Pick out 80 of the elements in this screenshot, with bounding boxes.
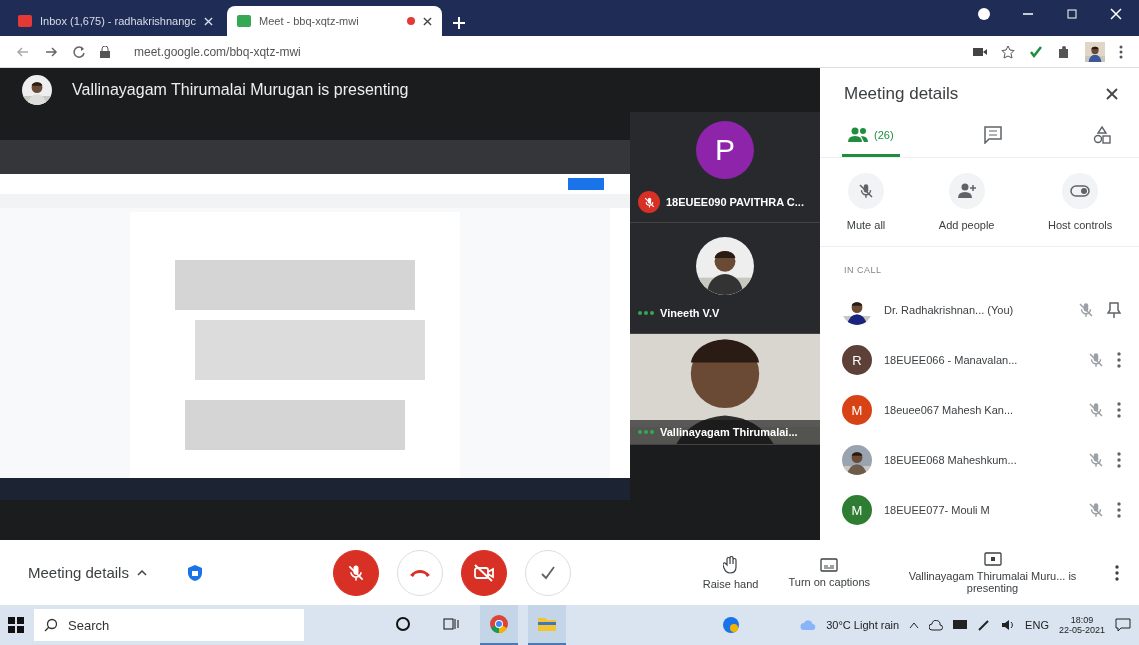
participant-name: 18euee067 Mahesh Kan... bbox=[884, 404, 1015, 416]
circle-icon bbox=[395, 616, 411, 632]
presenter-title: Vallinayagam Thirumalai Murugan is presenting bbox=[72, 81, 409, 99]
clock-time[interactable]: 18:09 bbox=[1070, 615, 1094, 625]
raise-hand-button[interactable]: Raise hand bbox=[702, 555, 759, 590]
people-icon bbox=[848, 127, 870, 143]
meeting-details-button[interactable]: Meeting details bbox=[28, 564, 147, 581]
pin-icon[interactable] bbox=[1107, 302, 1121, 318]
reload-icon[interactable] bbox=[72, 44, 86, 59]
mic-off-icon bbox=[1087, 351, 1105, 369]
add-person-icon bbox=[957, 183, 976, 199]
tile-name: Vineeth V.V bbox=[660, 307, 720, 319]
close-icon[interactable] bbox=[423, 16, 432, 26]
more-icon[interactable] bbox=[1115, 564, 1119, 581]
tile-name: Vallinayagam Thirumalai... bbox=[660, 426, 798, 438]
star-icon[interactable] bbox=[1001, 44, 1015, 59]
avatar: R bbox=[842, 345, 872, 375]
more-icon[interactable] bbox=[1117, 352, 1121, 368]
camera-off-icon bbox=[472, 563, 495, 582]
more-icon[interactable] bbox=[1117, 452, 1121, 468]
forward-icon[interactable] bbox=[44, 44, 58, 59]
toggle-icon bbox=[1070, 185, 1091, 197]
speaker-icon[interactable] bbox=[1001, 619, 1016, 631]
caret-icon bbox=[136, 569, 147, 576]
browser-tab[interactable]: Meet - bbq-xqtz-mwi bbox=[227, 6, 442, 36]
people-tab[interactable]: (26) bbox=[842, 120, 900, 157]
checkmark-icon[interactable] bbox=[1029, 44, 1043, 59]
participant-name: Dr. Radhakrishnan... (You) bbox=[884, 304, 1015, 316]
avatar: P bbox=[696, 121, 754, 179]
globe-icon[interactable] bbox=[722, 616, 741, 634]
mic-off-icon bbox=[1087, 451, 1105, 469]
hand-icon bbox=[722, 555, 739, 574]
avatar: M bbox=[842, 395, 872, 425]
lock-icon[interactable] bbox=[100, 45, 110, 58]
more-icon[interactable] bbox=[1119, 44, 1123, 59]
cloud-icon[interactable] bbox=[929, 619, 944, 631]
chrome-icon bbox=[489, 614, 509, 634]
task-view-icon bbox=[443, 616, 459, 632]
present-screen-icon bbox=[983, 551, 1002, 566]
browser-tab[interactable]: Inbox (1,675) - radhakrishnangc bbox=[8, 6, 223, 36]
presentation-button[interactable]: Vallinayagam Thirumalai Muru... is presenting bbox=[900, 551, 1085, 594]
participant-name: 18EUEE077- Mouli M bbox=[884, 504, 991, 516]
more-icon[interactable] bbox=[1117, 402, 1121, 418]
shield-icon[interactable] bbox=[186, 563, 203, 582]
language-indicator[interactable]: ENG bbox=[1025, 619, 1049, 631]
mic-off-icon bbox=[1077, 301, 1095, 319]
windows-icon[interactable] bbox=[8, 617, 24, 633]
add-people-button[interactable]: Add people bbox=[932, 172, 1001, 232]
section-heading: IN CALL bbox=[843, 264, 883, 277]
search-field[interactable]: Search bbox=[34, 609, 304, 641]
hang-up-icon bbox=[408, 567, 431, 578]
url-field[interactable]: meet.google.com/bbq-xqtz-mwi bbox=[134, 44, 301, 59]
camera-icon[interactable] bbox=[973, 45, 987, 58]
mic-off-icon bbox=[1087, 501, 1105, 519]
tile-name: 18EUEE090 PAVITHRA C... bbox=[666, 196, 804, 208]
profile-icon[interactable] bbox=[977, 7, 991, 21]
participant-name: 18EUEE068 Maheshkum... bbox=[884, 454, 1018, 466]
restore-icon[interactable] bbox=[1065, 7, 1079, 21]
new-tab-icon[interactable] bbox=[452, 16, 466, 30]
clock-date[interactable]: 22-05-2021 bbox=[1058, 625, 1105, 635]
panel-title: Meeting details bbox=[844, 84, 959, 104]
pen-icon[interactable] bbox=[977, 619, 992, 631]
search-icon bbox=[44, 618, 58, 632]
folder-icon bbox=[537, 616, 557, 632]
weather-text[interactable]: 30°C Light rain bbox=[826, 619, 900, 631]
chat-icon bbox=[984, 126, 1003, 144]
close-icon[interactable] bbox=[1105, 87, 1119, 101]
captions-button[interactable]: Turn on captions bbox=[788, 557, 870, 588]
host-controls-button[interactable]: Host controls bbox=[1042, 172, 1119, 232]
participant-name: 18EUEE066 - Manavalan... bbox=[884, 354, 1019, 366]
caret-icon[interactable] bbox=[909, 621, 920, 629]
puzzle-icon[interactable] bbox=[1057, 44, 1071, 59]
captions-icon bbox=[820, 557, 839, 572]
avatar: M bbox=[842, 495, 872, 525]
shapes-icon bbox=[1093, 126, 1111, 144]
notifications-icon[interactable] bbox=[1115, 618, 1131, 632]
check-icon bbox=[539, 564, 556, 581]
mic-off-icon bbox=[1087, 401, 1105, 419]
more-icon[interactable] bbox=[1117, 502, 1121, 518]
mute-all-button[interactable]: Mute all bbox=[840, 172, 892, 232]
